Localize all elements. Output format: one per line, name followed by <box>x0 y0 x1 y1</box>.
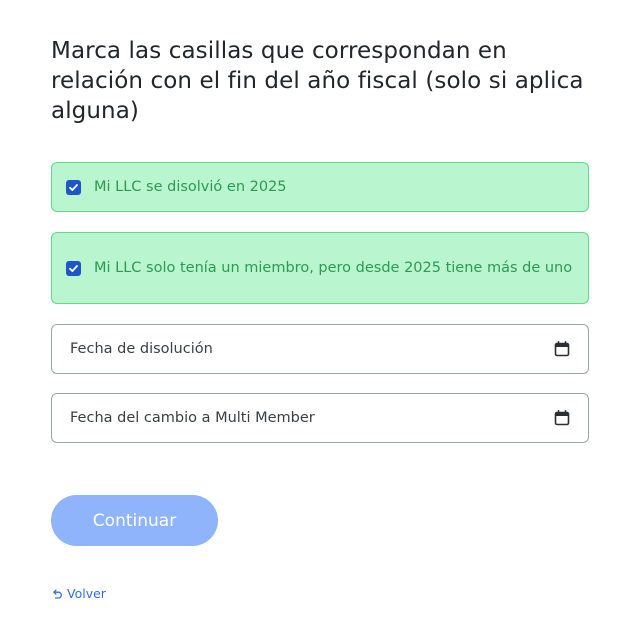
option-label: Mi LLC solo tenía un miembro, pero desde… <box>94 260 573 276</box>
option-llc-dissolved[interactable]: Mi LLC se disolvió en 2025 <box>51 162 589 212</box>
multi-member-date-field[interactable]: Fecha del cambio a Multi Member <box>51 393 589 443</box>
calendar-icon[interactable] <box>554 410 570 426</box>
multi-member-date-placeholder: Fecha del cambio a Multi Member <box>70 410 315 426</box>
dissolution-date-placeholder: Fecha de disolución <box>70 341 213 357</box>
undo-arrow-icon <box>53 589 62 599</box>
continue-button[interactable]: Continuar <box>51 495 218 546</box>
fiscal-year-form: Marca las casillas que correspondan en r… <box>51 36 589 604</box>
checkmark-icon <box>69 183 78 191</box>
page-title: Marca las casillas que correspondan en r… <box>51 38 584 124</box>
back-link[interactable]: Volver <box>51 586 106 601</box>
checkbox-multi-member[interactable] <box>66 260 81 276</box>
calendar-icon[interactable] <box>554 341 570 357</box>
option-label: Mi LLC se disolvió en 2025 <box>94 179 287 195</box>
option-multi-member[interactable]: Mi LLC solo tenía un miembro, pero desde… <box>51 232 589 304</box>
back-label: Volver <box>67 586 106 601</box>
checkbox-llc-dissolved[interactable] <box>66 179 81 195</box>
dissolution-date-field[interactable]: Fecha de disolución <box>51 324 589 374</box>
checkmark-icon <box>69 264 78 272</box>
